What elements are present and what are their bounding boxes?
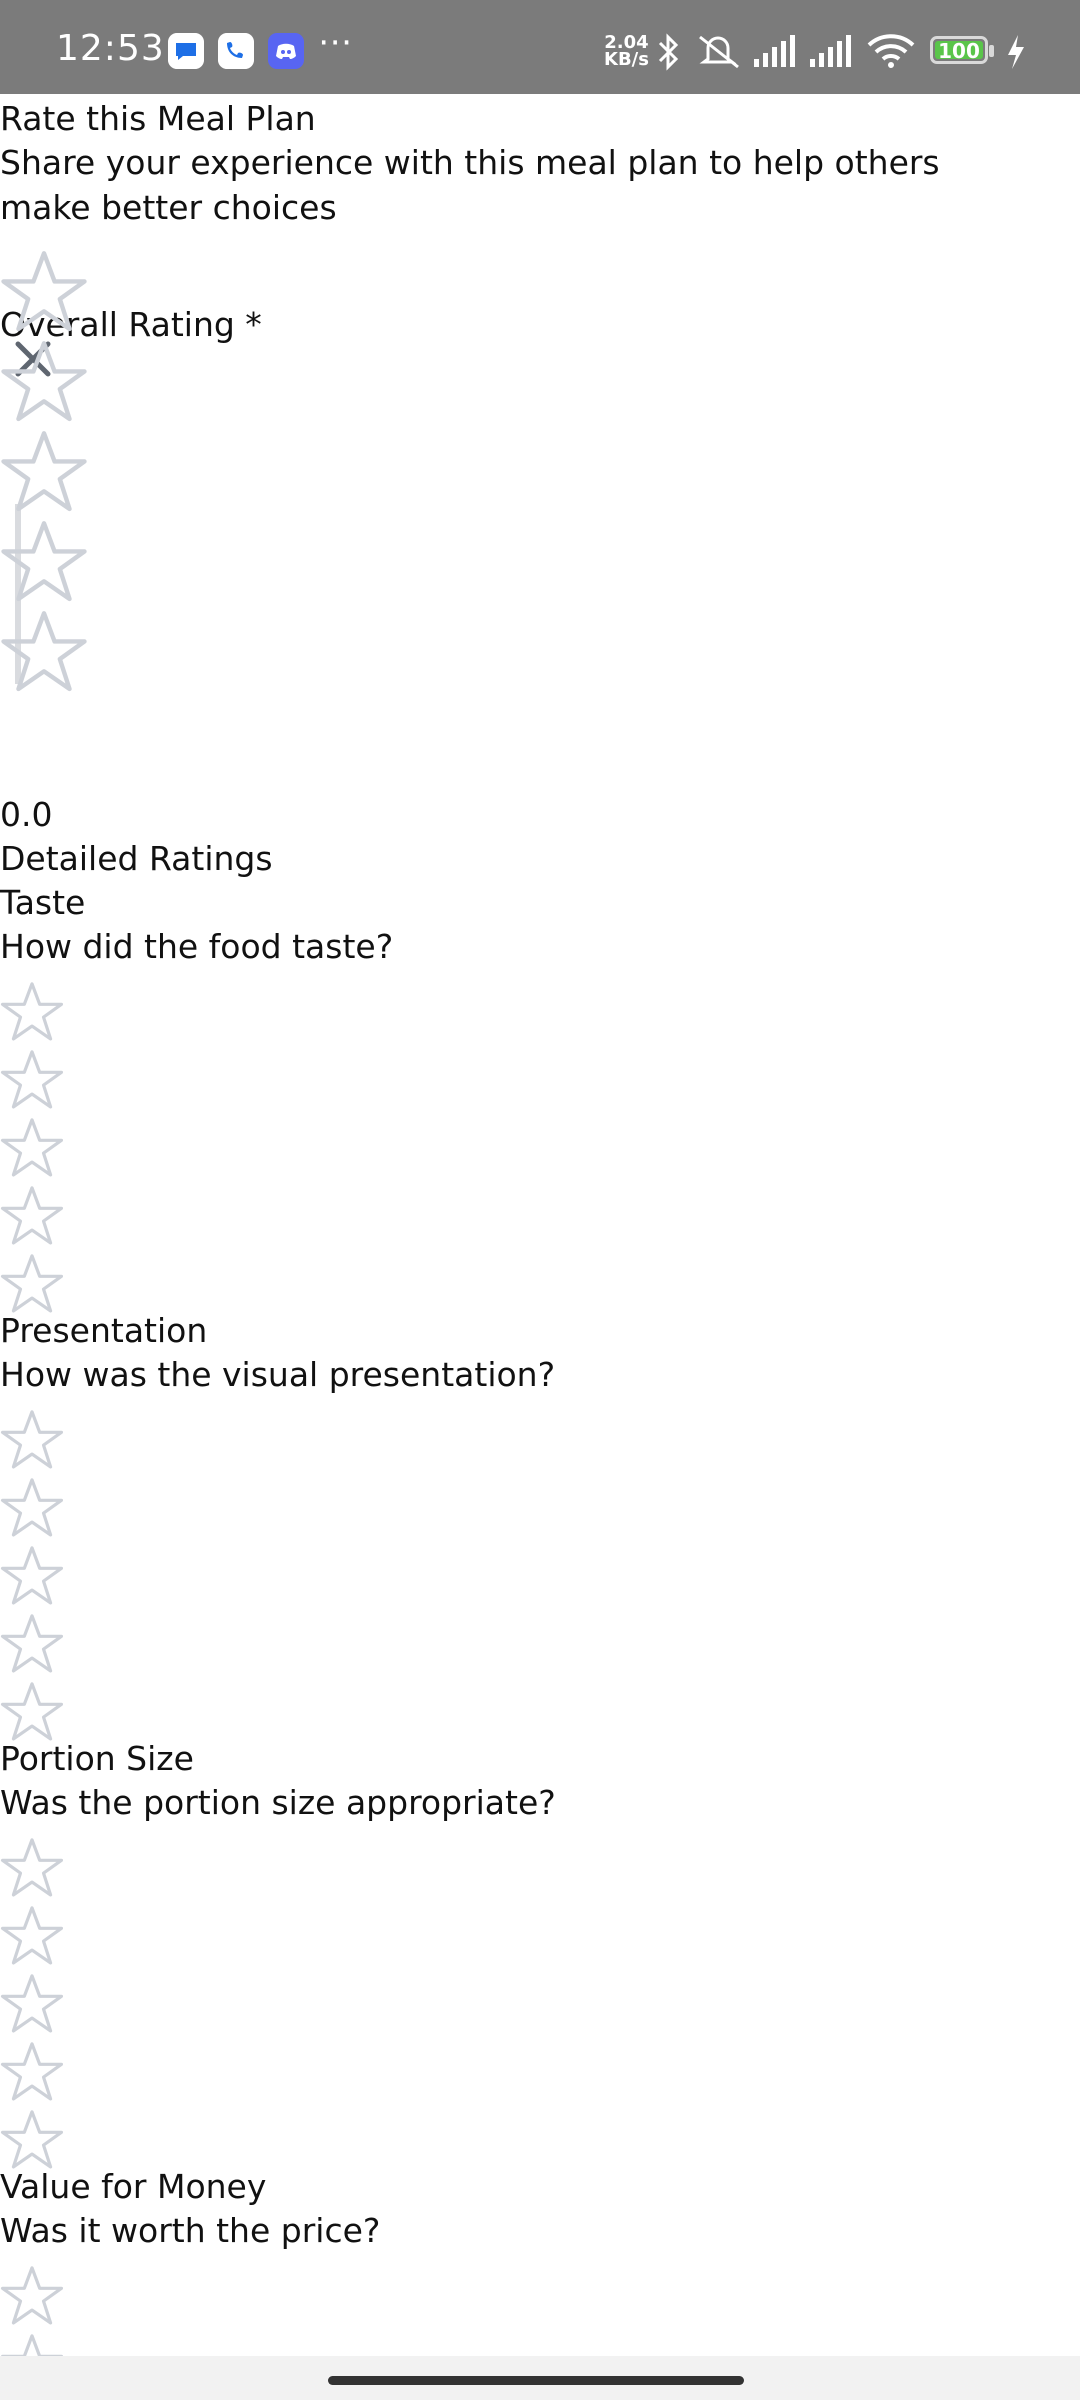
category-star-2[interactable]: [0, 1904, 64, 1968]
star-icon: [0, 2110, 64, 2169]
star-icon: [0, 2042, 64, 2101]
star-icon: [1, 611, 87, 692]
bluetooth-icon: [654, 33, 682, 75]
category-question: Was it worth the price?: [0, 2211, 381, 2250]
category-label: Taste: [0, 883, 86, 922]
category-star-4[interactable]: [0, 1612, 64, 1676]
star-icon: [0, 1838, 64, 1897]
overall-rating-value: 0.0: [0, 795, 53, 834]
star-icon: [0, 1682, 64, 1741]
wifi-icon: [866, 33, 916, 73]
battery-level: 100: [938, 39, 980, 63]
star-icon: [0, 1974, 64, 2033]
charging-icon: [1004, 33, 1026, 75]
star-icon: [1, 251, 87, 332]
category-star-2[interactable]: [0, 1048, 64, 1112]
star-icon: [0, 2266, 64, 2325]
category-star-3[interactable]: [0, 1972, 64, 2036]
star-icon: [0, 1546, 64, 1605]
category-star-5[interactable]: [0, 1252, 64, 1316]
signal-icon: [752, 33, 798, 73]
category-star-1[interactable]: [0, 1408, 64, 1472]
category-star-1[interactable]: [0, 980, 64, 1044]
star-icon: [1, 431, 87, 512]
category-label: Presentation: [0, 1311, 208, 1350]
navigation-bar: [0, 2356, 1080, 2400]
category-star-3[interactable]: [0, 1544, 64, 1608]
star-icon: [0, 1050, 64, 1109]
overall-star-1[interactable]: [0, 248, 88, 336]
star-icon: [0, 982, 64, 1041]
discord-icon: [268, 33, 304, 69]
modal-description: Share your experience with this meal pla…: [0, 143, 940, 227]
overall-star-5[interactable]: [0, 608, 88, 696]
signal-icon-2: [808, 33, 854, 73]
star-icon: [1, 521, 87, 602]
category-star-3[interactable]: [0, 1116, 64, 1180]
battery-icon: 100: [930, 36, 994, 64]
category-question: How did the food taste?: [0, 927, 394, 966]
category-star-2[interactable]: [0, 1476, 64, 1540]
category-star-1[interactable]: [0, 2264, 64, 2328]
modal-title: Rate this Meal Plan: [0, 99, 316, 138]
category-question: How was the visual presentation?: [0, 1355, 556, 1394]
category-star-5[interactable]: [0, 2108, 64, 2172]
status-time: 12:53: [56, 28, 165, 69]
overall-star-3[interactable]: [0, 428, 88, 516]
speed-unit: KB/s: [604, 49, 649, 70]
star-icon: [0, 1478, 64, 1537]
category-star-1[interactable]: [0, 1836, 64, 1900]
star-icon: [0, 1906, 64, 1965]
detailed-ratings-heading: Detailed Ratings: [0, 839, 273, 878]
overall-star-2[interactable]: [0, 338, 88, 426]
star-icon: [0, 1254, 64, 1313]
message-icon: [168, 33, 204, 69]
phone-icon: [218, 33, 254, 69]
more-notifications-icon: ⋯: [318, 22, 352, 62]
category-question: Was the portion size appropriate?: [0, 1783, 556, 1822]
category-star-4[interactable]: [0, 1184, 64, 1248]
category-star-4[interactable]: [0, 2040, 64, 2104]
status-bar: 12:53 ⋯ 2.04 KB/s 100: [0, 0, 1080, 94]
category-label: Value for Money: [0, 2167, 267, 2206]
star-icon: [0, 1118, 64, 1177]
star-icon: [1, 341, 87, 422]
category-star-5[interactable]: [0, 1680, 64, 1744]
mute-icon: [694, 33, 744, 75]
network-speed: 2.04 KB/s: [604, 34, 649, 70]
overall-star-4[interactable]: [0, 518, 88, 606]
star-icon: [0, 1186, 64, 1245]
category-label: Portion Size: [0, 1739, 194, 1778]
star-icon: [0, 1614, 64, 1673]
home-handle[interactable]: [328, 2376, 744, 2385]
star-icon: [0, 1410, 64, 1469]
